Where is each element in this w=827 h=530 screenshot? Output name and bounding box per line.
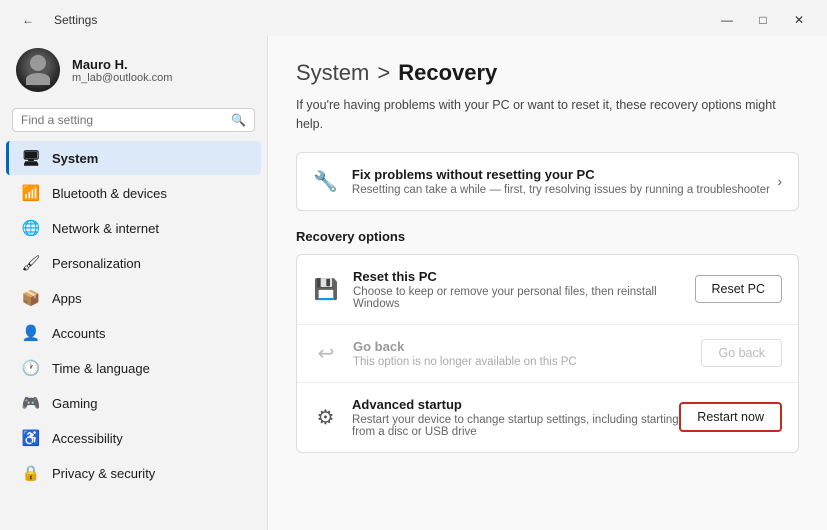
- app-title: Settings: [54, 13, 97, 27]
- title-bar: ← Settings — □ ✕: [0, 0, 827, 36]
- system-icon: 🖥: [22, 149, 40, 167]
- sidebar-item-label: Time & language: [52, 361, 150, 376]
- search-box[interactable]: 🔍: [12, 108, 255, 132]
- search-icon: 🔍: [231, 113, 246, 127]
- fix-card-description: Resetting can take a while — first, try …: [352, 184, 770, 196]
- network-icon: 🌐: [22, 219, 40, 237]
- recovery-item-desc: Choose to keep or remove your personal f…: [353, 286, 693, 310]
- recovery-item-text: Go back This option is no longer availab…: [353, 339, 577, 368]
- user-name: Mauro H.: [72, 57, 172, 72]
- fix-card-text: Fix problems without resetting your PC R…: [352, 167, 770, 196]
- sidebar-item-apps[interactable]: 📦 Apps: [6, 281, 261, 315]
- app-body: Mauro H. m_lab@outlook.com 🔍 🖥 System 📶 …: [0, 36, 827, 530]
- breadcrumb-parent: System: [296, 60, 369, 86]
- recovery-item-left: ⚙ Advanced startup Restart your device t…: [313, 397, 679, 438]
- sidebar-item-label: Accounts: [52, 326, 105, 341]
- sidebar-item-label: System: [52, 151, 98, 166]
- recovery-item-title: Advanced startup: [352, 397, 679, 412]
- recovery-item-go-back: ↩ Go back This option is no longer avail…: [297, 325, 798, 383]
- recovery-item-text: Advanced startup Restart your device to …: [352, 397, 679, 438]
- accessibility-icon: ♿: [22, 429, 40, 447]
- breadcrumb-current: Recovery: [398, 60, 497, 86]
- fix-problems-card[interactable]: 🔧 Fix problems without resetting your PC…: [296, 152, 799, 211]
- sidebar-item-gaming[interactable]: 🎮 Gaming: [6, 386, 261, 420]
- window-controls: — □ ✕: [711, 8, 815, 32]
- bluetooth-icon: 📶: [22, 184, 40, 202]
- avatar: [16, 48, 60, 92]
- recovery-item-desc: Restart your device to change startup se…: [352, 414, 679, 438]
- recovery-item-title: Go back: [353, 339, 577, 354]
- go-back-icon: ↩: [313, 341, 339, 366]
- gaming-icon: 🎮: [22, 394, 40, 412]
- back-button[interactable]: ←: [12, 8, 44, 32]
- breadcrumb-arrow: >: [377, 60, 390, 86]
- nav-container: 🖥 System 📶 Bluetooth & devices 🌐 Network…: [0, 140, 267, 491]
- title-bar-left: ← Settings: [12, 8, 97, 32]
- fix-card-left: 🔧 Fix problems without resetting your PC…: [313, 167, 770, 196]
- privacy-icon: 🔒: [22, 464, 40, 482]
- sidebar: Mauro H. m_lab@outlook.com 🔍 🖥 System 📶 …: [0, 36, 268, 530]
- sidebar-item-network[interactable]: 🌐 Network & internet: [6, 211, 261, 245]
- advanced-startup-button[interactable]: Restart now: [679, 402, 782, 432]
- sidebar-item-system[interactable]: 🖥 System: [6, 141, 261, 175]
- recovery-item-left: ↩ Go back This option is no longer avail…: [313, 339, 577, 368]
- maximize-button[interactable]: □: [747, 8, 779, 32]
- page-header: System > Recovery: [296, 60, 799, 86]
- personalization-icon: 🖌: [22, 254, 40, 272]
- sidebar-item-label: Personalization: [52, 256, 141, 271]
- go-back-button: Go back: [701, 339, 782, 367]
- recovery-item-left: 💾 Reset this PC Choose to keep or remove…: [313, 269, 693, 310]
- time-icon: 🕐: [22, 359, 40, 377]
- recovery-item-title: Reset this PC: [353, 269, 693, 284]
- user-email: m_lab@outlook.com: [72, 72, 172, 84]
- close-button[interactable]: ✕: [783, 8, 815, 32]
- sidebar-item-label: Bluetooth & devices: [52, 186, 167, 201]
- sidebar-item-label: Privacy & security: [52, 466, 155, 481]
- recovery-item-advanced-startup: ⚙ Advanced startup Restart your device t…: [297, 383, 798, 452]
- reset-pc-icon: 💾: [313, 277, 339, 302]
- fix-problems-icon: 🔧: [313, 169, 338, 194]
- sidebar-item-label: Apps: [52, 291, 82, 306]
- chevron-right-icon: ›: [777, 173, 782, 189]
- sidebar-item-label: Gaming: [52, 396, 98, 411]
- reset-pc-button[interactable]: Reset PC: [695, 275, 783, 303]
- recovery-section-title: Recovery options: [296, 229, 799, 244]
- sidebar-item-label: Accessibility: [52, 431, 123, 446]
- apps-icon: 📦: [22, 289, 40, 307]
- sidebar-item-label: Network & internet: [52, 221, 159, 236]
- user-info: Mauro H. m_lab@outlook.com: [72, 57, 172, 84]
- sidebar-item-time[interactable]: 🕐 Time & language: [6, 351, 261, 385]
- recovery-item-desc: This option is no longer available on th…: [353, 356, 577, 368]
- recovery-card: 💾 Reset this PC Choose to keep or remove…: [296, 254, 799, 453]
- recovery-item-text: Reset this PC Choose to keep or remove y…: [353, 269, 693, 310]
- advanced-startup-icon: ⚙: [313, 405, 338, 430]
- main-content: System > Recovery If you're having probl…: [268, 36, 827, 530]
- sidebar-item-accounts[interactable]: 👤 Accounts: [6, 316, 261, 350]
- sidebar-item-privacy[interactable]: 🔒 Privacy & security: [6, 456, 261, 490]
- user-section: Mauro H. m_lab@outlook.com: [0, 36, 267, 108]
- sidebar-item-bluetooth[interactable]: 📶 Bluetooth & devices: [6, 176, 261, 210]
- sidebar-item-personalization[interactable]: 🖌 Personalization: [6, 246, 261, 280]
- recovery-item-reset-pc: 💾 Reset this PC Choose to keep or remove…: [297, 255, 798, 325]
- minimize-button[interactable]: —: [711, 8, 743, 32]
- search-input[interactable]: [21, 113, 225, 127]
- page-description: If you're having problems with your PC o…: [296, 96, 796, 134]
- fix-card-title: Fix problems without resetting your PC: [352, 167, 770, 182]
- sidebar-item-accessibility[interactable]: ♿ Accessibility: [6, 421, 261, 455]
- accounts-icon: 👤: [22, 324, 40, 342]
